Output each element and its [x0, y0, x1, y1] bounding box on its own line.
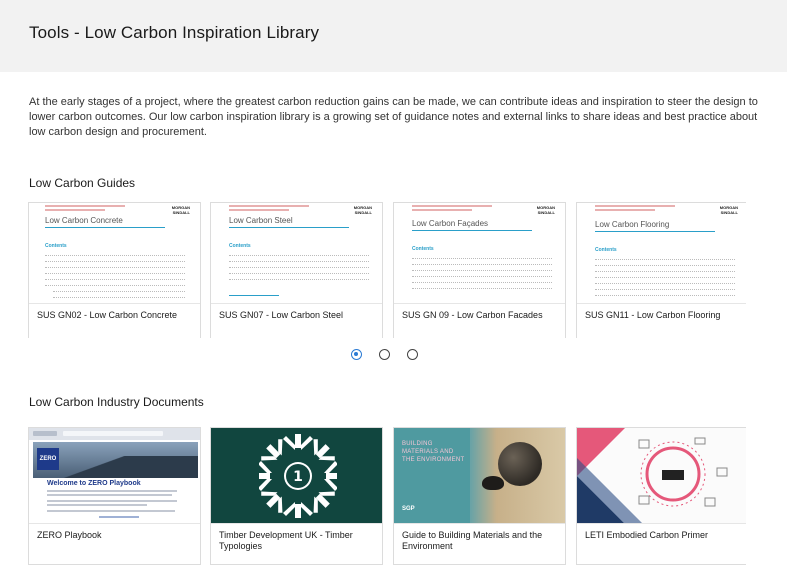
doc-title: Low Carbon Flooring [595, 220, 670, 229]
intro-paragraph: At the early stages of a project, where … [29, 96, 758, 138]
industry-card-building-materials[interactable]: BUILDING MATERIALS AND THE ENVIRONMENT S… [393, 427, 566, 565]
bme-heading: BUILDING MATERIALS AND THE ENVIRONMENT [402, 441, 465, 463]
guide-thumbnail: MORGAN SINDALL Low Carbon Steel Contents [211, 203, 382, 304]
doc-title: Low Carbon Concrete [45, 216, 123, 225]
timber-snowflake-icon: 1 [259, 434, 337, 518]
guide-card-flooring[interactable]: MORGAN SINDALL Low Carbon Flooring Conte… [576, 202, 746, 338]
guide-card-label: SUS GN11 - Low Carbon Flooring [585, 310, 721, 320]
doc-title: Low Carbon Façades [412, 219, 489, 228]
industry-card-label: LETI Embodied Carbon Primer [585, 530, 709, 540]
company-logo: MORGAN SINDALL [536, 205, 555, 215]
section-title-industry: Low Carbon Industry Documents [29, 395, 204, 409]
industry-card-timber-typologies[interactable]: 1 Timber Development UK - Timber Typolog… [210, 427, 383, 565]
pagination-dot-1[interactable] [351, 349, 362, 360]
industry-thumbnail [577, 428, 746, 524]
industry-thumbnail: ZERO Welcome to ZERO Playbook [29, 428, 200, 524]
industry-card-label: Timber Development UK - Timber Typologie… [219, 530, 353, 551]
industry-thumbnail: 1 [211, 428, 382, 524]
doc-contents-heading: Contents [45, 243, 67, 249]
industry-thumbnail: BUILDING MATERIALS AND THE ENVIRONMENT S… [394, 428, 565, 524]
guide-card-facades[interactable]: MORGAN SINDALL Low Carbon Façades Conten… [393, 202, 566, 338]
guide-card-label: SUS GN 09 - Low Carbon Facades [402, 310, 543, 320]
industry-card-label: Guide to Building Materials and the Envi… [402, 530, 543, 551]
doc-title: Low Carbon Steel [229, 216, 293, 225]
beetle-image [482, 476, 504, 490]
pagination-dot-3[interactable] [407, 349, 418, 360]
guide-thumbnail: MORGAN SINDALL Low Carbon Façades Conten… [394, 203, 565, 304]
doc-contents-heading: Contents [229, 243, 251, 249]
page-header: Tools - Low Carbon Inspiration Library [0, 0, 787, 72]
guide-card-steel[interactable]: MORGAN SINDALL Low Carbon Steel Contents… [210, 202, 383, 338]
section-title-guides: Low Carbon Guides [29, 176, 136, 190]
page-title: Tools - Low Carbon Inspiration Library [29, 23, 320, 42]
industry-card-label: ZERO Playbook [37, 530, 102, 540]
dung-ball-image [498, 442, 542, 486]
industry-card-zero-playbook[interactable]: ZERO Welcome to ZERO Playbook ZERO Playb… [28, 427, 201, 565]
zero-heading: Welcome to ZERO Playbook [47, 480, 141, 487]
industry-carousel: ZERO Welcome to ZERO Playbook ZERO Playb… [28, 427, 746, 565]
guide-thumbnail: MORGAN SINDALL Low Carbon Flooring Conte… [577, 203, 746, 304]
guide-card-label: SUS GN02 - Low Carbon Concrete [37, 310, 178, 320]
company-logo: MORGAN SINDALL [353, 205, 372, 215]
guides-carousel: MORGAN SINDALL Low Carbon Concrete Conte… [28, 202, 746, 338]
guide-thumbnail: MORGAN SINDALL Low Carbon Concrete Conte… [29, 203, 200, 304]
doc-contents-heading: Contents [595, 247, 617, 253]
leti-cover-graphic [577, 428, 728, 523]
company-logo: MORGAN SINDALL [171, 205, 190, 215]
timber-number: 1 [293, 469, 303, 485]
guide-card-concrete[interactable]: MORGAN SINDALL Low Carbon Concrete Conte… [28, 202, 201, 338]
guide-card-label: SUS GN07 - Low Carbon Steel [219, 310, 344, 320]
zero-logo: ZERO [37, 448, 59, 470]
industry-card-leti-primer[interactable]: LETI Embodied Carbon Primer [576, 427, 746, 565]
bme-brand: SGP [402, 506, 415, 512]
doc-contents-heading: Contents [412, 246, 434, 252]
pagination-dot-2[interactable] [379, 349, 390, 360]
company-logo: MORGAN SINDALL [719, 205, 738, 215]
